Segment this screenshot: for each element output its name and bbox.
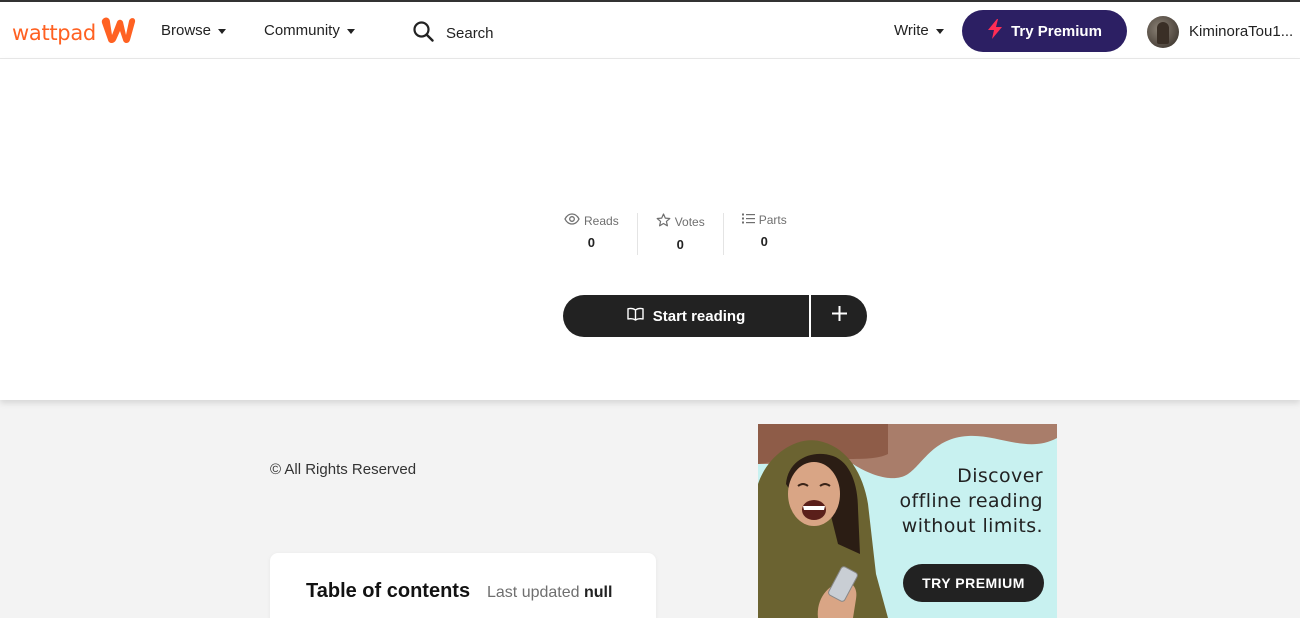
- search-button[interactable]: Search: [413, 21, 494, 46]
- community-label: Community: [264, 22, 340, 39]
- lightning-icon: [987, 19, 1003, 43]
- search-icon: [413, 21, 434, 46]
- open-book-icon: [627, 307, 644, 325]
- caret-down-icon: [346, 29, 355, 34]
- top-navbar: wattpad Browse Community Search Write Tr…: [0, 0, 1300, 59]
- stat-votes: Votes 0: [636, 213, 723, 255]
- browse-menu[interactable]: Browse: [161, 22, 227, 39]
- reads-value: 0: [587, 235, 595, 250]
- logo-text: wattpad: [12, 20, 96, 45]
- add-to-library-button[interactable]: [811, 295, 867, 337]
- copyright-notice: © All Rights Reserved: [270, 461, 417, 478]
- last-updated-label: Last updated: [487, 584, 580, 601]
- premium-ad-banner[interactable]: Discover offline reading without limits.…: [758, 424, 1057, 618]
- votes-value: 0: [676, 237, 684, 252]
- plus-icon: [831, 305, 848, 327]
- ad-headline: Discover offline reading without limits.: [900, 464, 1044, 539]
- browse-label: Browse: [161, 22, 212, 39]
- parts-label: Parts: [758, 213, 787, 227]
- username[interactable]: KiminoraTou1...: [1189, 23, 1293, 40]
- stat-parts: Parts 0: [722, 213, 805, 255]
- star-icon: [656, 213, 671, 230]
- write-menu[interactable]: Write: [894, 22, 944, 39]
- wattpad-logo[interactable]: wattpad: [12, 15, 138, 50]
- search-label: Search: [446, 25, 494, 42]
- start-reading-button[interactable]: Start reading: [563, 295, 809, 337]
- ad-line-1: Discover: [957, 465, 1043, 487]
- user-avatar[interactable]: [1147, 16, 1179, 48]
- reads-label: Reads: [584, 213, 619, 228]
- last-updated-value: null: [583, 584, 613, 601]
- caret-down-icon: [218, 29, 227, 34]
- community-menu[interactable]: Community: [264, 22, 355, 39]
- list-icon: [741, 213, 755, 227]
- write-label: Write: [894, 22, 929, 39]
- votes-label: Votes: [674, 214, 705, 229]
- caret-down-icon: [935, 29, 944, 34]
- ad-try-premium-button[interactable]: TRY PREMIUM: [903, 564, 1044, 602]
- table-of-contents-card: Table of contents Last updated null: [270, 553, 656, 618]
- parts-value: 0: [760, 234, 768, 249]
- toc-last-updated: Last updated null: [487, 584, 612, 602]
- start-reading-label: Start reading: [652, 307, 746, 325]
- stat-reads: Reads 0: [556, 213, 637, 255]
- ad-line-2: offline reading: [899, 490, 1043, 512]
- story-header: Reads 0 Votes 0 Parts 0 Start reading: [0, 59, 1300, 400]
- toc-title: Table of contents: [306, 580, 471, 602]
- ad-line-3: without limits.: [901, 515, 1043, 537]
- try-premium-label: Try Premium: [1011, 22, 1102, 40]
- try-premium-button[interactable]: Try Premium: [962, 10, 1127, 52]
- wattpad-w-icon: [100, 15, 138, 50]
- story-stats: Reads 0 Votes 0 Parts 0: [556, 213, 805, 255]
- eye-icon: [564, 213, 580, 228]
